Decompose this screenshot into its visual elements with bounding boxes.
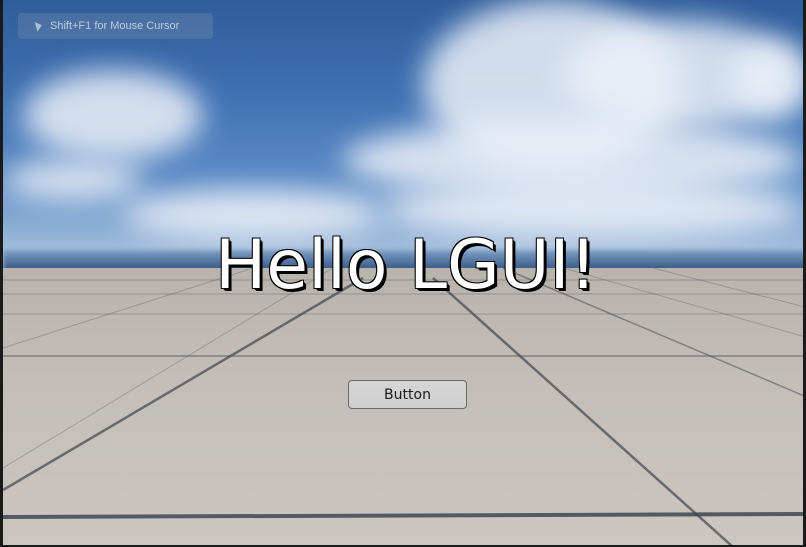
hint-text: Shift+F1 for Mouse Cursor (50, 20, 180, 32)
game-viewport[interactable]: Shift+F1 for Mouse Cursor Hello LGUI! Bu… (0, 0, 806, 547)
cloud (3, 160, 143, 200)
button-label: Button (384, 386, 431, 403)
mouse-pointer-icon (34, 20, 44, 32)
cloud (23, 70, 203, 160)
cloud (733, 40, 803, 120)
mouse-cursor-hint: Shift+F1 for Mouse Cursor (18, 13, 213, 39)
hello-title: Hello LGUI! (215, 226, 597, 305)
ui-button[interactable]: Button (348, 380, 467, 409)
